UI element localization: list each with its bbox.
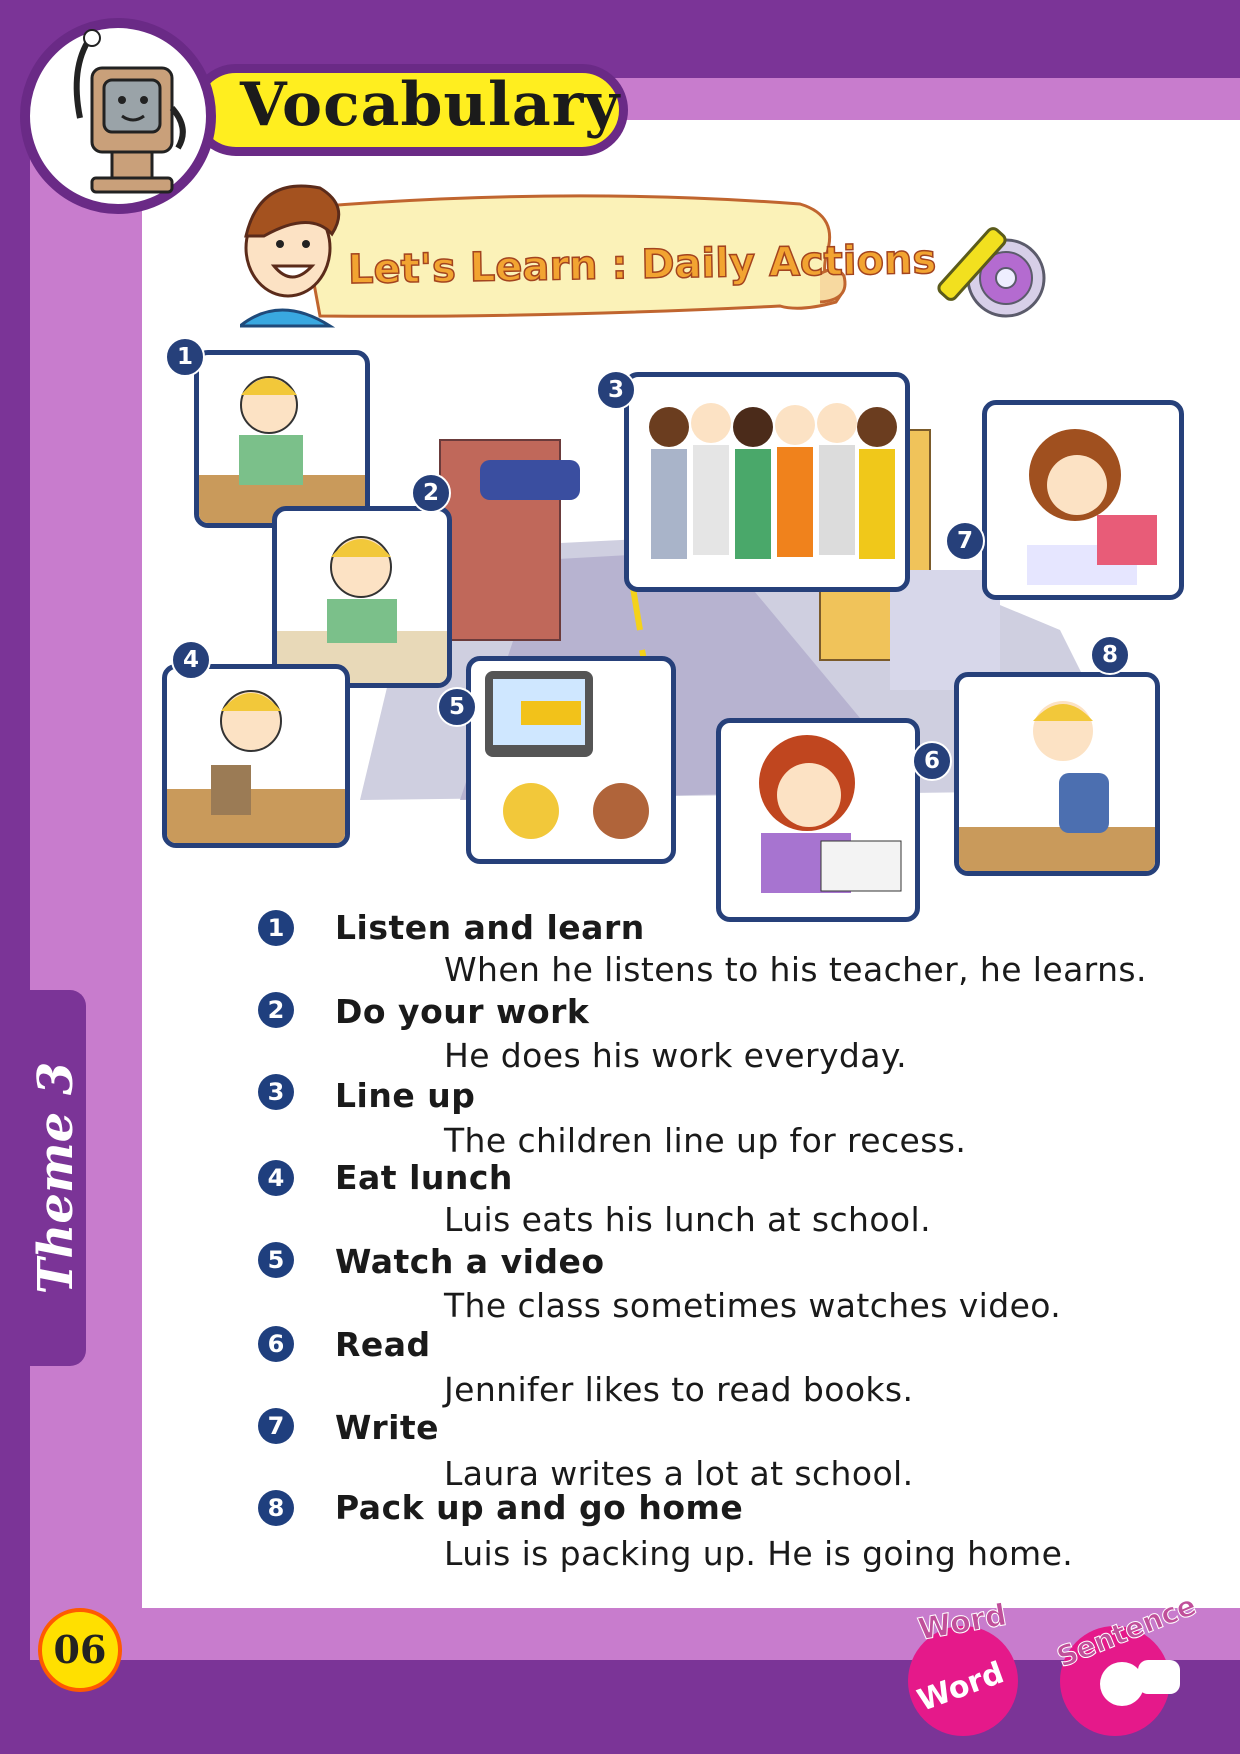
page-title: Vocabulary <box>240 70 621 140</box>
item-number: 7 <box>258 1408 294 1444</box>
left-frame-band <box>0 0 30 1754</box>
vocabulary-term: Write <box>335 1408 440 1447</box>
example-sentence: The class sometimes watches video. <box>444 1286 1062 1325</box>
picture-number: 4 <box>171 640 211 680</box>
word-logo-top: Word <box>916 1598 1010 1648</box>
picture-number: 5 <box>437 687 477 727</box>
example-sentence: Jennifer likes to read books. <box>444 1370 914 1409</box>
item-number: 2 <box>258 992 294 1028</box>
picture-watch-a-video <box>466 656 676 864</box>
computer-mascot-icon <box>73 29 186 194</box>
example-sentence: Luis is packing up. He is going home. <box>444 1534 1074 1573</box>
item-number: 1 <box>258 910 294 946</box>
item-number: 8 <box>258 1490 294 1526</box>
vocabulary-term: Watch a video <box>335 1242 605 1281</box>
item-number: 4 <box>258 1160 294 1196</box>
sentence-logo-art: Sentence <box>1052 1596 1201 1706</box>
vocabulary-term: Read <box>335 1325 431 1364</box>
vocabulary-term: Do your work <box>335 992 590 1031</box>
top-frame-band-light <box>560 78 1240 120</box>
left-frame-band-light <box>30 78 142 1618</box>
word-logo-inner: Word <box>913 1655 1009 1718</box>
picture-listen-and-learn <box>194 350 370 528</box>
picture-read <box>716 718 920 922</box>
picture-number: 6 <box>912 741 952 781</box>
picture-eat-lunch <box>162 664 350 848</box>
vocabulary-term: Line up <box>335 1076 476 1115</box>
page-number: 06 <box>38 1608 122 1692</box>
example-sentence: When he listens to his teacher, he learn… <box>444 950 1147 989</box>
pen-cd-icon <box>937 227 1046 318</box>
theme-label: Theme 3 <box>28 1061 84 1295</box>
picture-number: 7 <box>945 521 985 561</box>
sentence-logo-text: Sentence <box>1052 1596 1201 1674</box>
vocabulary-term: Eat lunch <box>335 1158 513 1197</box>
picture-number: 3 <box>596 370 636 410</box>
picture-do-your-work <box>272 506 452 688</box>
example-sentence: Luis eats his lunch at school. <box>444 1200 931 1239</box>
item-number: 5 <box>258 1242 294 1278</box>
picture-number: 8 <box>1090 635 1130 675</box>
picture-pack-up-and-go-home <box>954 672 1160 876</box>
vocabulary-term: Pack up and go home <box>335 1488 744 1527</box>
word-logo-text: Word Word <box>913 1597 1010 1719</box>
speaker-head-icon <box>1100 1662 1144 1706</box>
picture-number: 1 <box>165 337 205 377</box>
speech-bubble-icon <box>1138 1660 1180 1694</box>
picture-line-up <box>624 372 910 592</box>
example-sentence: The children line up for recess. <box>444 1121 967 1160</box>
item-number: 6 <box>258 1326 294 1362</box>
vocabulary-term: Listen and learn <box>335 908 645 947</box>
picture-number: 2 <box>411 473 451 513</box>
picture-write <box>982 400 1184 600</box>
item-number: 3 <box>258 1074 294 1110</box>
example-sentence: He does his work everyday. <box>444 1036 907 1075</box>
mascot-badge <box>20 18 216 214</box>
